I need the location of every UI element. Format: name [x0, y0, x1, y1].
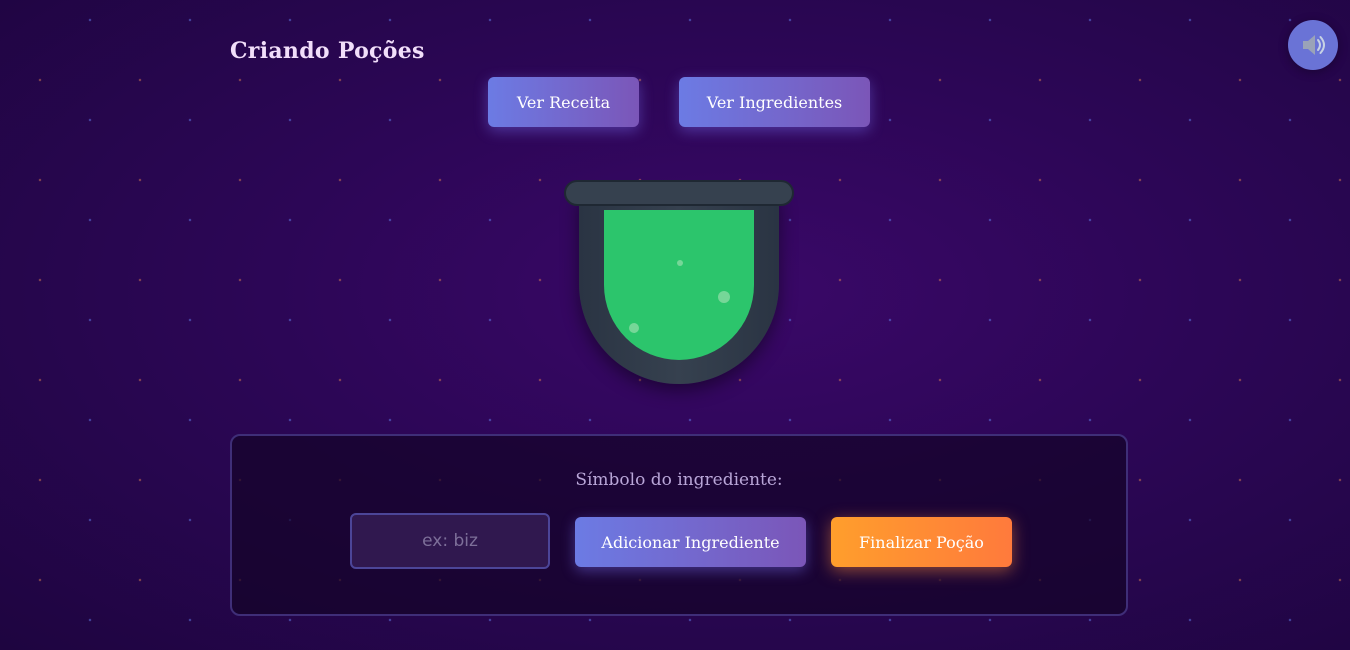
- speaker-icon: [1303, 35, 1325, 55]
- view-recipe-button[interactable]: Ver Receita: [488, 77, 639, 127]
- ingredient-symbol-label: Símbolo do ingrediente:: [575, 470, 783, 490]
- cauldron: [564, 180, 794, 390]
- bubble: [718, 291, 730, 303]
- potion-liquid: [604, 210, 754, 360]
- cauldron-body: [579, 194, 779, 384]
- page-title: Criando Poções: [230, 38, 425, 64]
- ingredient-panel: Símbolo do ingrediente: Adicionar Ingred…: [230, 434, 1128, 616]
- add-ingredient-button[interactable]: Adicionar Ingrediente: [575, 517, 806, 567]
- sound-toggle-button[interactable]: [1288, 20, 1338, 70]
- bubble: [629, 323, 639, 333]
- finish-potion-button[interactable]: Finalizar Poção: [831, 517, 1012, 567]
- ingredient-symbol-input[interactable]: [350, 513, 550, 569]
- view-ingredients-button[interactable]: Ver Ingredientes: [679, 77, 870, 127]
- bubble: [677, 260, 683, 266]
- cauldron-rim: [564, 180, 794, 206]
